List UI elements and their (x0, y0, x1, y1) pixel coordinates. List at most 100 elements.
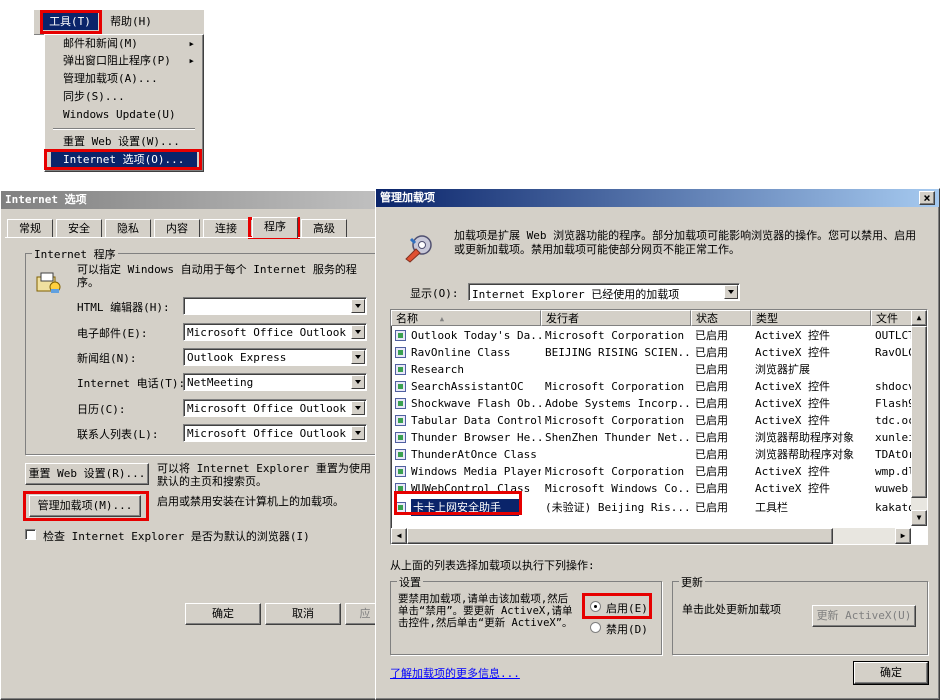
dialog-title: 管理加载项 (380, 191, 435, 204)
action-prompt: 从上面的列表选择加载项以执行下列操作: (390, 559, 595, 572)
table-row[interactable]: RavOnline Class BEIJING RISING SCIEN... … (391, 344, 911, 361)
manage-description: 启用或禁用安装在计算机上的加载项。 (157, 495, 344, 508)
intro-text: 加载项是扩展 Web 浏览器功能的程序。部分加载项可能影响浏览器的操作。您可以禁… (454, 229, 917, 256)
field-label-internet-call: Internet 电话(T): (77, 377, 186, 390)
tab-advanced[interactable]: 高级 (301, 219, 347, 237)
menu-item-popup-blocker[interactable]: 弹出窗口阻止程序(P) ▸ (51, 52, 197, 70)
contacts-select[interactable]: Microsoft Office Outlook (183, 424, 367, 442)
menu-item-internet-options[interactable]: Internet 选项(O)... (51, 151, 197, 169)
dialog-title: Internet 选项 (5, 193, 87, 206)
menu-tools[interactable]: 工具(T) (42, 13, 98, 30)
disable-radio[interactable] (590, 622, 601, 633)
menu-item-manage-addons[interactable]: 管理加载项(A)... (51, 70, 197, 88)
tab-content[interactable]: 内容 (154, 219, 200, 237)
ok-button[interactable]: 确定 (185, 603, 261, 625)
table-row[interactable]: Research 已启用 浏览器扩展 (391, 361, 911, 378)
horizontal-scrollbar[interactable]: ◀ ▶ (391, 528, 911, 544)
table-row[interactable]: ThunderAtOnce Class 已启用 浏览器帮助程序对象 TDAtOr (391, 446, 911, 463)
vertical-scrollbar[interactable]: ▲ ▼ (911, 310, 927, 526)
tab-security[interactable]: 安全 (56, 219, 102, 237)
cancel-button[interactable]: 取消 (265, 603, 341, 625)
scroll-down-button[interactable]: ▼ (911, 510, 927, 526)
column-header-publisher[interactable]: 发行者 (541, 310, 691, 326)
enable-radio[interactable] (590, 601, 601, 612)
dropdown-arrow-icon[interactable] (351, 401, 365, 415)
addon-icon (395, 330, 406, 341)
close-button[interactable]: × (919, 191, 935, 205)
dropdown-arrow-icon[interactable] (351, 426, 365, 440)
table-row[interactable]: Outlook Today's Da... Microsoft Corporat… (391, 327, 911, 344)
field-label-contacts: 联系人列表(L): (77, 428, 159, 441)
addons-gear-icon (402, 233, 436, 263)
newsgroups-select[interactable]: Outlook Express (183, 348, 367, 366)
update-description: 单击此处更新加载项 (682, 603, 781, 616)
addon-icon (395, 502, 406, 513)
default-browser-checkbox[interactable] (25, 529, 36, 540)
scroll-thumb[interactable] (911, 326, 927, 498)
table-row[interactable]: Shockwave Flash Ob... Adobe Systems Inco… (391, 395, 911, 412)
menu-item-sync[interactable]: 同步(S)... (51, 88, 197, 106)
addon-icon (395, 415, 406, 426)
table-row-selected[interactable]: 卡卡上网安全助手 (未验证) Beijing Ris... 已启用 工具栏 ka… (391, 499, 911, 516)
email-select[interactable]: Microsoft Office Outlook (183, 323, 367, 341)
tab-connections[interactable]: 连接 (203, 219, 249, 237)
ok-button[interactable]: 确定 (853, 661, 929, 685)
addons-list[interactable]: 名称 ▴ 发行者 状态 类型 文件 Outlook Today's Da... … (390, 309, 928, 545)
menu-item-label: 弹出窗口阻止程序(P) (63, 54, 171, 67)
reset-description: 可以将 Internet Explorer 重置为使用默认的主页和搜索页。 (157, 462, 371, 488)
hscroll-thumb[interactable] (407, 528, 833, 544)
addon-icon (395, 432, 406, 443)
settings-description: 要禁用加载项,请单击该加载项,然后单击“禁用”。要更新 ActiveX,请单击控… (398, 593, 573, 629)
menu-item-mail-news[interactable]: 邮件和新闻(M) ▸ (51, 35, 197, 53)
table-row[interactable]: WUWebControl Class Microsoft Windows Co.… (391, 480, 911, 497)
sort-up-icon: ▴ (438, 312, 446, 325)
tab-privacy[interactable]: 隐私 (105, 219, 151, 237)
tab-general[interactable]: 常规 (7, 219, 53, 237)
calendar-select[interactable]: Microsoft Office Outlook (183, 399, 367, 417)
reset-web-settings-button[interactable]: 重置 Web 设置(R)... (25, 463, 149, 485)
column-header-status[interactable]: 状态 (691, 310, 751, 326)
column-header-type[interactable]: 类型 (751, 310, 871, 326)
addon-icon (395, 483, 406, 494)
menu-item-label: Windows Update(U) (63, 108, 176, 121)
menu-help[interactable]: 帮助(H) (106, 13, 156, 30)
scroll-right-button[interactable]: ▶ (895, 528, 911, 544)
submenu-arrow-icon: ▸ (188, 54, 195, 67)
menu-item-windows-update[interactable]: Windows Update(U) (51, 106, 197, 124)
menu-tools-label: 工具(T) (49, 15, 91, 28)
menu-separator (53, 128, 195, 130)
manage-addons-button[interactable]: 管理加载项(M)... (29, 495, 141, 517)
dropdown-arrow-icon[interactable] (351, 350, 365, 364)
table-row[interactable]: Thunder Browser He... ShenZhen Thunder N… (391, 429, 911, 446)
addon-icon (395, 398, 406, 409)
programs-icon (35, 271, 61, 295)
submenu-arrow-icon: ▸ (188, 37, 195, 50)
tab-strip: 常规 安全 隐私 内容 连接 程序 高级 (7, 217, 377, 239)
dropdown-arrow-icon[interactable] (351, 375, 365, 389)
scroll-left-button[interactable]: ◀ (391, 528, 407, 544)
dropdown-arrow-icon[interactable] (724, 285, 738, 299)
show-filter-select[interactable]: Internet Explorer 已经使用的加载项 (468, 283, 740, 301)
manage-addons-dialog: 管理加载项 × 加载项是扩展 Web 浏览器功能的程序。部分加载项可能影响浏览器… (375, 188, 940, 700)
learn-more-link[interactable]: 了解加载项的更多信息... (390, 665, 520, 681)
tab-programs[interactable]: 程序 (252, 217, 298, 238)
dropdown-arrow-icon[interactable] (351, 325, 365, 339)
table-row[interactable]: SearchAssistantOC Microsoft Corporation … (391, 378, 911, 395)
addon-icon (395, 381, 406, 392)
column-header-name[interactable]: 名称 ▴ (391, 310, 541, 326)
update-activex-button[interactable]: 更新 ActiveX(U) (812, 605, 916, 627)
enable-label: 启用(E) (606, 602, 648, 615)
manage-addons-titlebar: 管理加载项 (376, 189, 939, 207)
addon-icon (395, 364, 406, 375)
menu-item-label: Internet 选项(O)... (63, 153, 185, 166)
table-row[interactable]: Tabular Data Control Microsoft Corporati… (391, 412, 911, 429)
html-editor-select[interactable] (183, 297, 367, 315)
table-row[interactable]: Windows Media Player Microsoft Corporati… (391, 463, 911, 480)
scroll-up-button[interactable]: ▲ (911, 310, 927, 326)
field-label-newsgroups: 新闻组(N): (77, 352, 137, 365)
dropdown-arrow-icon[interactable] (351, 299, 365, 313)
field-label-calendar: 日历(C): (77, 403, 126, 416)
menubar: 工具(T) 帮助(H) (34, 10, 204, 35)
internet-call-select[interactable]: NetMeeting (183, 373, 367, 391)
menu-item-reset-web[interactable]: 重置 Web 设置(W)... (51, 133, 197, 151)
